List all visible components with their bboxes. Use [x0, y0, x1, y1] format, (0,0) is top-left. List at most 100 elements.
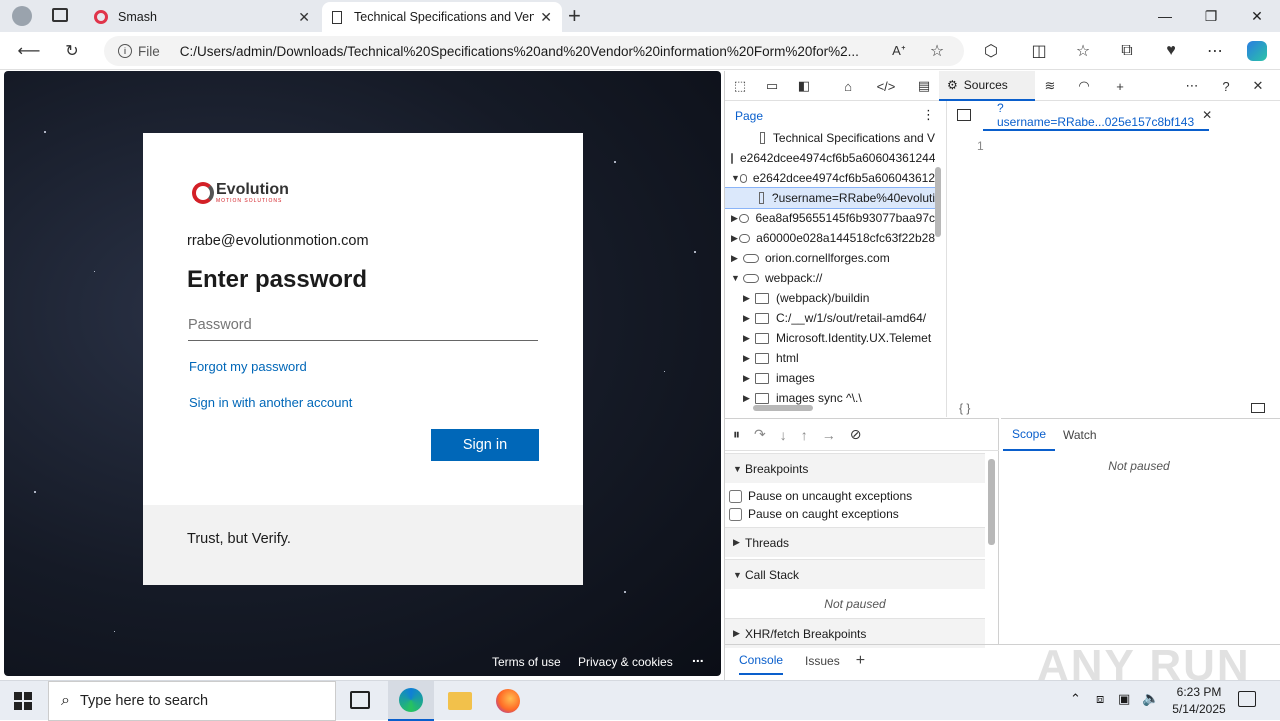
close-tab-icon[interactable]: ✕: [298, 9, 310, 26]
more-options-link[interactable]: ...: [692, 649, 704, 665]
collapse-arrow-icon[interactable]: ▶: [743, 313, 755, 324]
customize-menu-icon[interactable]: ⋯: [1179, 75, 1205, 97]
close-editor-tab-icon[interactable]: ✕: [1202, 108, 1212, 122]
add-drawer-tab-icon[interactable]: +: [856, 652, 865, 670]
call-stack-section[interactable]: ▼ Call Stack: [725, 559, 985, 589]
collapse-arrow-icon[interactable]: ▶: [731, 253, 743, 264]
editor-tab[interactable]: ?username=RRabe...025e157c8bf143 ✕: [983, 101, 1212, 131]
clock-date[interactable]: 5/14/2025: [1166, 702, 1232, 716]
taskbar-search[interactable]: ⌕ Type here to search: [48, 681, 336, 721]
read-aloud-icon[interactable]: Aᐩ: [884, 37, 914, 65]
firefox-icon[interactable]: [496, 689, 520, 713]
collapse-arrow-icon[interactable]: ▶: [743, 333, 755, 344]
tree-item[interactable]: ▶ Microsoft.Identity.UX.Telemet: [725, 328, 935, 348]
favorite-star-icon[interactable]: ☆: [922, 37, 952, 65]
pretty-print-button[interactable]: { }: [959, 401, 970, 415]
collapse-arrow-icon[interactable]: ▶: [731, 233, 739, 244]
tree-item[interactable]: ▶ (webpack)/buildin: [725, 288, 935, 308]
password-input[interactable]: [188, 309, 538, 341]
tree-item[interactable]: ▶ 6ea8af95655145f6b93077baa97c: [725, 208, 935, 228]
tray-ethernet-icon[interactable]: ▣: [1118, 691, 1130, 707]
network-icon[interactable]: ≋: [1037, 75, 1063, 97]
collapse-arrow-icon[interactable]: ▶: [743, 373, 755, 384]
step-icon[interactable]: →: [822, 427, 836, 443]
step-out-icon[interactable]: ↑: [801, 427, 808, 443]
device-emulation-icon[interactable]: ▭: [759, 75, 785, 97]
refresh-button[interactable]: ↻: [57, 37, 87, 65]
tray-network-icon[interactable]: ⧈: [1096, 691, 1104, 707]
console-icon[interactable]: ▤: [911, 75, 937, 97]
extensions-icon[interactable]: ⬡: [976, 37, 1006, 65]
favorites-icon[interactable]: ☆: [1068, 37, 1098, 65]
address-bar[interactable]: i File C:/Users/admin/Downloads/Technica…: [104, 36, 964, 66]
tree-item[interactable]: ?username=RRabe%40evoluti: [725, 187, 936, 209]
collapse-arrow-icon[interactable]: ▶: [743, 293, 755, 304]
pause-icon[interactable]: ⏸: [733, 426, 740, 443]
tab-sources[interactable]: ⚙ Sources: [939, 71, 1035, 101]
pause-uncaught-checkbox[interactable]: [729, 489, 742, 503]
collections-icon[interactable]: ⧉: [1112, 37, 1142, 65]
collapse-arrow-icon[interactable]: ▶: [731, 213, 739, 224]
help-icon[interactable]: ?: [1213, 75, 1239, 97]
more-tools-icon[interactable]: +: [1107, 75, 1133, 97]
back-button[interactable]: ⟵: [14, 37, 44, 65]
tray-volume-icon[interactable]: 🔈: [1142, 690, 1159, 707]
tab-console[interactable]: Console: [739, 647, 784, 675]
tab-scope[interactable]: Scope: [1003, 419, 1055, 451]
start-button[interactable]: [14, 692, 32, 710]
welcome-home-icon[interactable]: ⌂: [835, 75, 861, 97]
close-tab-icon[interactable]: ✕: [540, 9, 552, 26]
tree-item[interactable]: ▶ orion.cornellforges.com: [725, 248, 935, 268]
tree-item[interactable]: ▶ a60000e028a144518cfc63f22b28: [725, 228, 935, 248]
close-devtools-icon[interactable]: ✕: [1245, 75, 1271, 97]
expand-arrow-icon[interactable]: ▼: [731, 173, 740, 183]
terms-link[interactable]: Terms of use: [492, 655, 561, 669]
deactivate-breakpoints-icon[interactable]: ⊘: [850, 426, 862, 443]
tree-item[interactable]: ▼ webpack://: [725, 268, 935, 288]
tree-item[interactable]: e2642dcee4974cf6b5a606043612448: [725, 148, 935, 168]
step-into-icon[interactable]: ↓: [780, 427, 787, 443]
tree-item[interactable]: ▶ html: [725, 348, 935, 368]
pause-caught-checkbox[interactable]: [729, 507, 742, 521]
dock-icon[interactable]: ◧: [791, 75, 817, 97]
forgot-password-link[interactable]: Forgot my password: [189, 359, 307, 374]
threads-section[interactable]: ▶ Threads: [725, 527, 985, 557]
privacy-link[interactable]: Privacy & cookies: [578, 655, 673, 669]
edge-taskbar-icon[interactable]: [388, 681, 434, 721]
screenshot-icon[interactable]: [1251, 403, 1265, 413]
tree-item[interactable]: ▼ e2642dcee4974cf6b5a606043612: [725, 168, 935, 188]
tab-technical-specs[interactable]: Technical Specifications and Vend ✕: [322, 2, 562, 32]
tree-scrollbar[interactable]: [935, 167, 941, 237]
tree-hscrollbar[interactable]: [753, 405, 813, 411]
new-tab-button[interactable]: +: [568, 3, 581, 29]
split-screen-icon[interactable]: ◫: [1024, 37, 1054, 65]
breakpoints-section[interactable]: ▼ Breakpoints: [725, 453, 985, 483]
collapse-arrow-icon[interactable]: ▶: [743, 393, 755, 404]
notification-icon[interactable]: [1238, 691, 1256, 707]
toggle-navigator-icon[interactable]: [957, 109, 971, 121]
collapse-arrow-icon[interactable]: ▶: [743, 353, 755, 364]
minimize-button[interactable]: —: [1142, 0, 1188, 32]
performance-icon[interactable]: ♥: [1156, 37, 1186, 65]
task-view-icon[interactable]: [350, 691, 370, 709]
inspect-icon[interactable]: ⬚: [727, 75, 753, 97]
copilot-icon[interactable]: [1242, 37, 1272, 65]
navigator-menu-icon[interactable]: ⋮: [922, 107, 935, 123]
tab-issues[interactable]: Issues: [805, 654, 840, 668]
sign-in-button[interactable]: Sign in: [431, 429, 539, 461]
profile-icon[interactable]: [12, 6, 32, 26]
tree-item[interactable]: Technical Specifications and V: [725, 128, 935, 148]
file-explorer-icon[interactable]: [448, 692, 472, 710]
tab-watch[interactable]: Watch: [1063, 419, 1103, 451]
debugger-scrollbar[interactable]: [988, 459, 995, 545]
tab-actions-icon[interactable]: [52, 8, 68, 22]
restore-button[interactable]: ❐: [1188, 0, 1234, 32]
expand-arrow-icon[interactable]: ▼: [731, 273, 743, 283]
tray-chevron-icon[interactable]: ⌃: [1070, 691, 1081, 707]
more-menu-icon[interactable]: ⋯: [1200, 37, 1230, 65]
tab-page[interactable]: Page: [735, 109, 763, 123]
pause-uncaught-option[interactable]: Pause on uncaught exceptions: [729, 489, 912, 503]
other-account-link[interactable]: Sign in with another account: [189, 395, 352, 410]
tab-smash[interactable]: Smash ✕: [84, 2, 320, 32]
pause-caught-option[interactable]: Pause on caught exceptions: [729, 507, 899, 521]
